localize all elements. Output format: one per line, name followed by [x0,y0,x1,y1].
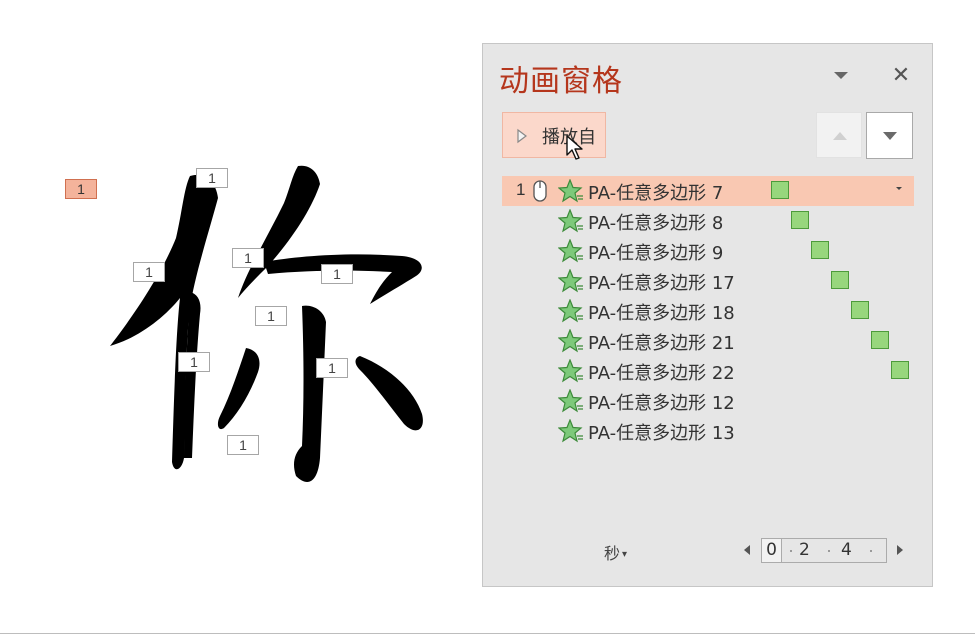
stroke-tag[interactable]: 1 [316,358,348,378]
glyph-stroke [355,356,423,431]
timeline-ruler[interactable]: 0 2 4 [761,538,887,563]
emphasis-star-icon [558,179,583,203]
item-dropdown-icon[interactable] [894,183,904,193]
animation-item[interactable]: 1 PA-任意多边形 7 [502,176,914,206]
animation-item[interactable]: PA-任意多边形 17 [502,266,914,296]
window-divider [0,633,975,634]
timing-bar[interactable] [831,271,849,289]
mouse-click-icon [533,180,547,202]
stroke-tag[interactable]: 1 [178,352,210,372]
play-from-button[interactable]: 播放自 [502,112,606,160]
animation-item[interactable]: PA-任意多边形 8 [502,206,914,236]
animation-item-name: PA-任意多边形 17 [588,273,735,294]
emphasis-star-icon [558,359,583,383]
animation-item[interactable]: PA-任意多边形 9 [502,236,914,266]
timeline-minor-tick [790,550,792,552]
timing-bar[interactable] [791,211,809,229]
timing-bar[interactable] [771,181,789,199]
chevron-left-icon[interactable] [743,544,751,556]
triangle-down-icon [883,132,897,140]
chevron-down-icon[interactable] [831,68,851,82]
timing-bar[interactable] [851,301,869,319]
glyph-stroke [217,348,260,430]
mouse-cursor-icon [566,135,583,160]
stroke-tag[interactable]: 1 [321,264,353,284]
emphasis-star-icon [558,329,583,353]
animation-item-name: PA-任意多边形 8 [588,213,724,234]
animation-item-name: PA-任意多边形 12 [588,393,735,414]
slide-canvas: 1 1 1 1 1 1 1 1 1 [0,0,480,632]
animation-item[interactable]: PA-任意多边形 22 [502,356,914,386]
timing-bar[interactable] [871,331,889,349]
animation-item[interactable]: PA-任意多边形 21 [502,326,914,356]
seconds-label: 秒 [604,544,621,563]
pane-title: 动画窗格 [499,64,623,99]
seconds-dropdown[interactable]: 秒 ▾ [604,540,627,564]
animation-item-name: PA-任意多边形 22 [588,363,735,384]
emphasis-star-icon [558,269,583,293]
animation-item[interactable]: PA-任意多边形 18 [502,296,914,326]
item-order-number: 1 [516,180,526,199]
animation-pane: 动画窗格 ✕ 播放自 1 [482,43,933,587]
timing-bar[interactable] [891,361,909,379]
stroke-tag[interactable]: 1 [255,306,287,326]
timeline-tick: 4 [841,540,852,560]
close-icon[interactable]: ✕ [889,64,913,88]
timeline-tick: 2 [799,540,810,560]
move-later-button[interactable] [866,112,913,159]
emphasis-star-icon [558,419,583,443]
chevron-right-icon[interactable] [896,544,904,556]
emphasis-star-icon [558,389,583,413]
animation-item-name: PA-任意多边形 18 [588,303,735,324]
stroke-tag[interactable]: 1 [196,168,228,188]
emphasis-star-icon [558,209,583,233]
timeline-minor-tick [870,550,872,552]
timeline-tick: 0 [762,539,782,562]
glyph-stroke [238,165,320,298]
glyph-stroke [110,174,218,470]
caret-down-icon: ▾ [622,549,628,560]
triangle-up-icon [833,132,847,140]
animation-item-name: PA-任意多边形 13 [588,423,735,444]
emphasis-star-icon [558,239,583,263]
animation-item-name: PA-任意多边形 9 [588,243,724,264]
stroke-tag[interactable]: 1 [227,435,259,455]
emphasis-star-icon [558,299,583,323]
animation-item[interactable]: PA-任意多边形 12 [502,386,914,416]
move-earlier-button[interactable] [816,112,862,158]
glyph-stroke [294,305,326,482]
animation-item-name: PA-任意多边形 7 [588,183,724,204]
stroke-tag[interactable]: 1 [232,248,264,268]
stroke-tag[interactable]: 1 [133,262,165,282]
trigger-tag[interactable]: 1 [65,179,97,199]
timeline-minor-tick [828,550,830,552]
play-icon [517,128,527,144]
timing-bar[interactable] [811,241,829,259]
animation-item-name: PA-任意多边形 21 [588,333,735,354]
animation-item[interactable]: PA-任意多边形 13 [502,416,914,446]
